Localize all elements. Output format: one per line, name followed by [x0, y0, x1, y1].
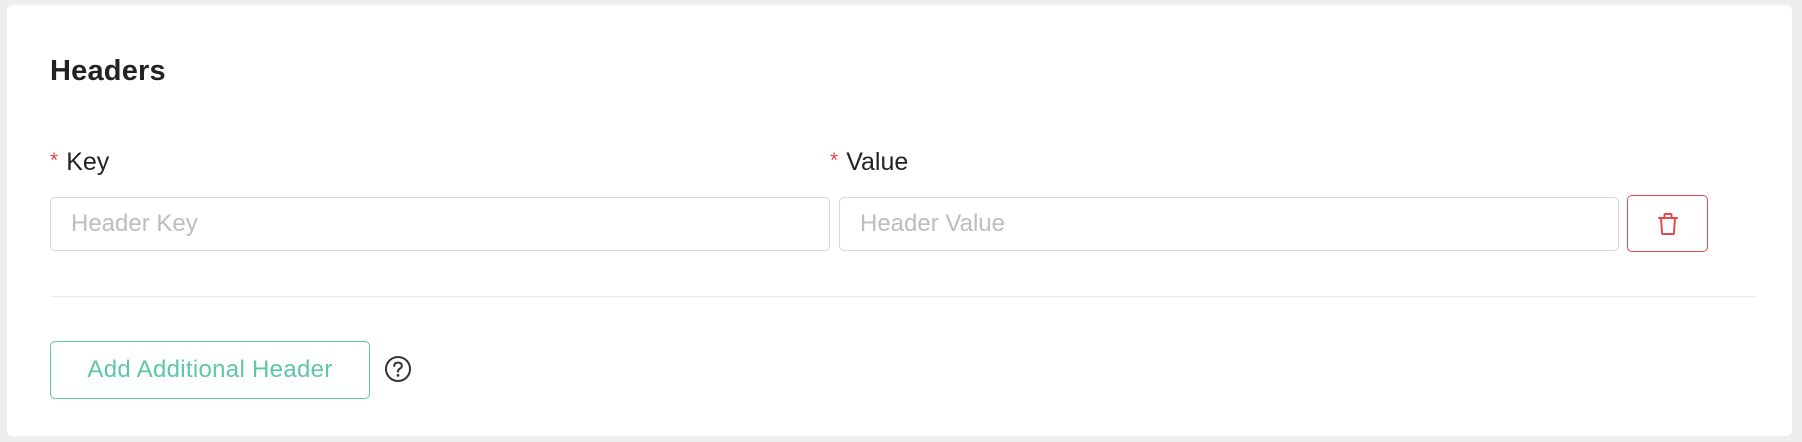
- divider: [50, 296, 1756, 297]
- value-label-text: Value: [846, 148, 909, 176]
- trash-icon: [1657, 212, 1678, 235]
- header-key-input[interactable]: [50, 197, 830, 251]
- key-label-text: Key: [66, 148, 110, 176]
- value-label: * Value: [830, 147, 908, 179]
- section-title: Headers: [50, 55, 166, 87]
- header-value-input[interactable]: [839, 197, 1619, 251]
- headers-card: Headers * Key * Value Add Additional Heade…: [7, 5, 1792, 436]
- question-circle-icon[interactable]: [384, 355, 412, 383]
- delete-header-button[interactable]: [1627, 195, 1708, 252]
- add-additional-header-button[interactable]: Add Additional Header: [50, 341, 370, 399]
- key-label: * Key: [50, 147, 109, 179]
- required-marker: *: [830, 149, 839, 172]
- required-marker: *: [50, 149, 59, 172]
